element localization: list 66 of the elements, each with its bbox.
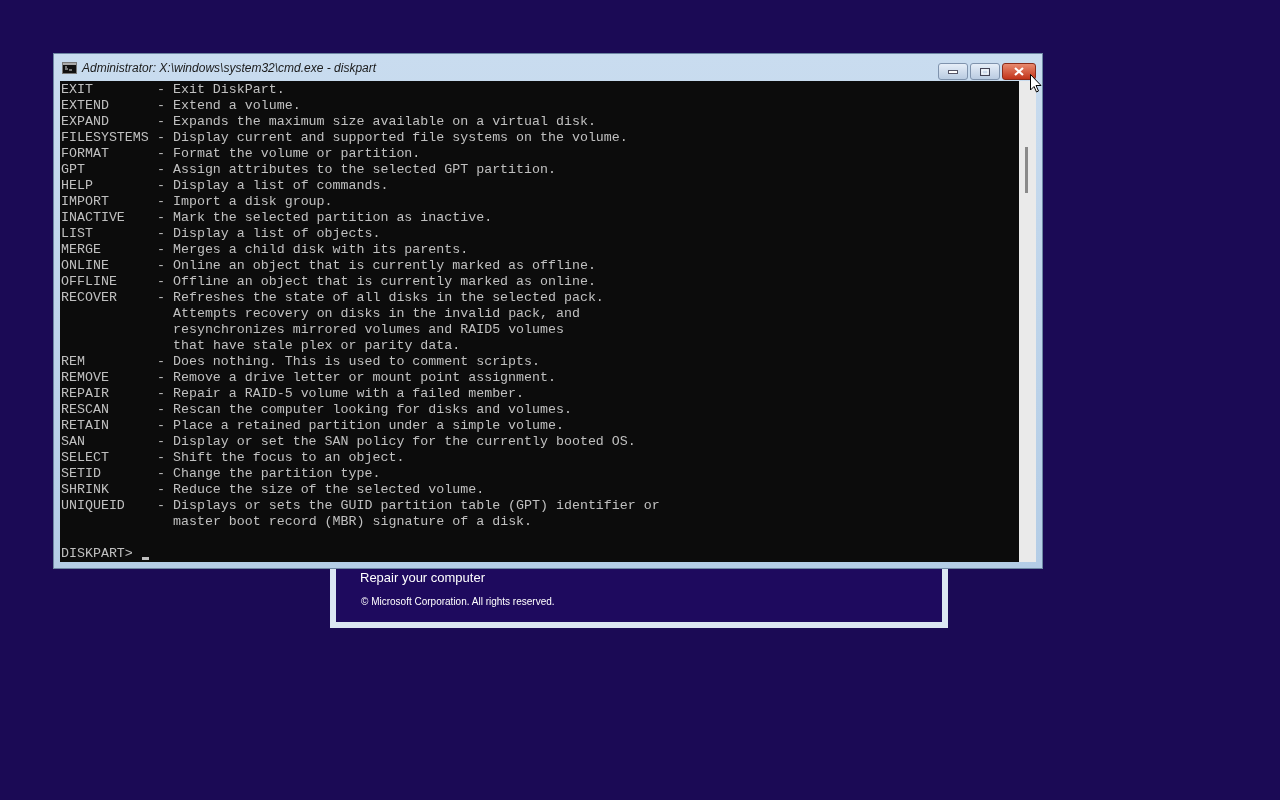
command-name: OFFLINE bbox=[61, 274, 118, 290]
close-button[interactable] bbox=[1002, 63, 1036, 80]
command-description: - Display a list of objects. bbox=[157, 226, 382, 242]
command-name: IMPORT bbox=[61, 194, 110, 210]
command-description: Attempts recovery on disks in the invalid pack, and bbox=[173, 306, 580, 321]
command-name: SAN bbox=[61, 434, 86, 450]
command-description: - Place a retained partition under a simple volume. bbox=[157, 418, 565, 434]
command-description: - Merges a child disk with its parents. bbox=[157, 242, 470, 258]
command-name: REM bbox=[61, 354, 86, 370]
command-description: - Display a list of commands. bbox=[157, 178, 390, 194]
command-name: GPT bbox=[61, 162, 86, 178]
mouse-pointer-icon bbox=[1030, 74, 1042, 93]
command-name: REPAIR bbox=[61, 386, 110, 402]
command-name: SHRINK bbox=[61, 482, 110, 498]
command-name: LIST bbox=[61, 226, 94, 242]
command-description: resynchronizes mirrored volumes and RAID5 volumes bbox=[173, 322, 564, 337]
command-description: - Expands the maximum size available on a virtual disk. bbox=[157, 114, 597, 130]
command-description: - Format the volume or partition. bbox=[157, 146, 422, 162]
command-description: - Exit DiskPart. bbox=[157, 82, 286, 98]
command-name: UNIQUEID bbox=[61, 498, 126, 514]
command-name: FILESYSTEMS bbox=[61, 130, 150, 146]
command-prompt: DISKPART> bbox=[61, 546, 133, 562]
command-description: - Repair a RAID-5 volume with a failed member. bbox=[157, 386, 526, 402]
command-name: EXIT bbox=[61, 82, 94, 98]
command-description: - Import a disk group. bbox=[157, 194, 334, 210]
copyright-text: © Microsoft Corporation. All rights reserved. bbox=[361, 596, 555, 607]
maximize-icon bbox=[980, 67, 990, 76]
command-name: EXPAND bbox=[61, 114, 110, 130]
command-description: - Rescan the computer looking for disks and volumes. bbox=[157, 402, 573, 418]
command-description: - Assign attributes to the selected GPT partition. bbox=[157, 162, 557, 178]
command-description: - Offline an object that is currently marked as online. bbox=[157, 274, 597, 290]
command-description: - Refreshes the state of all disks in the selected pack. bbox=[157, 290, 605, 306]
command-description: - Shift the focus to an object. bbox=[157, 450, 406, 466]
command-name: HELP bbox=[61, 178, 94, 194]
command-description: that have stale plex or parity data. bbox=[173, 338, 461, 353]
command-description: - Display or set the SAN policy for the currently booted OS. bbox=[157, 434, 637, 450]
command-name: MERGE bbox=[61, 242, 102, 258]
command-description: - Change the partition type. bbox=[157, 466, 382, 482]
window-title: Administrator: X:\windows\system32\cmd.exe - diskpart bbox=[82, 60, 377, 75]
command-description: - Extend a volume. bbox=[157, 98, 302, 114]
command-name: SELECT bbox=[61, 450, 110, 466]
command-description: - Reduce the size of the selected volume. bbox=[157, 482, 486, 498]
text-cursor bbox=[141, 557, 149, 560]
maximize-button[interactable] bbox=[970, 63, 1000, 80]
command-description: - Online an object that is currently marked as offline. bbox=[157, 258, 597, 274]
command-name: EXTEND bbox=[61, 98, 110, 114]
command-description: - Does nothing. This is used to comment scripts. bbox=[157, 354, 541, 370]
command-name: RETAIN bbox=[61, 418, 110, 434]
command-name: ONLINE bbox=[61, 258, 110, 274]
close-icon bbox=[1014, 67, 1024, 76]
command-name: INACTIVE bbox=[61, 210, 126, 226]
command-name: REMOVE bbox=[61, 370, 110, 386]
command-description: - Display current and supported file systems on the volume. bbox=[157, 130, 629, 146]
minimize-icon bbox=[948, 69, 958, 74]
scrollbar-thumb[interactable] bbox=[1025, 147, 1028, 193]
command-description: - Remove a drive letter or mount point assignment. bbox=[157, 370, 557, 386]
command-name: RESCAN bbox=[61, 402, 110, 418]
command-name: FORMAT bbox=[61, 146, 110, 162]
repair-link[interactable]: Repair your computer bbox=[360, 570, 485, 585]
command-description: - Displays or sets the GUID partition table (GPT) identifier or bbox=[157, 498, 661, 514]
command-name: SETID bbox=[61, 466, 102, 482]
command-description: - Mark the selected partition as inactive. bbox=[157, 210, 494, 226]
command-name: RECOVER bbox=[61, 290, 118, 306]
command-description: master boot record (MBR) signature of a disk. bbox=[173, 514, 533, 529]
minimize-button[interactable] bbox=[938, 63, 968, 80]
console-icon bbox=[62, 61, 77, 74]
